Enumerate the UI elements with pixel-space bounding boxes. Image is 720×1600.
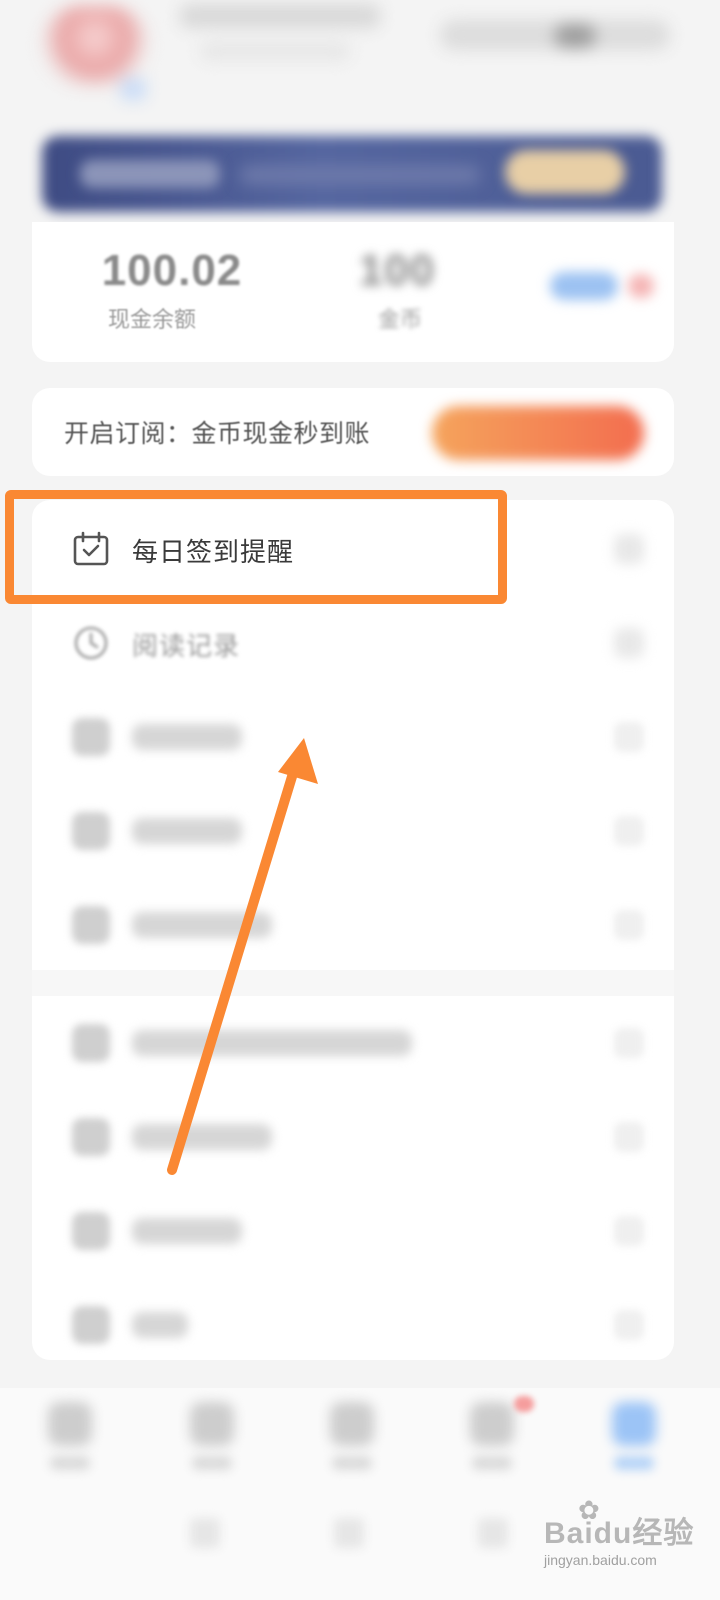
nav-tab-1[interactable]	[40, 1402, 100, 1472]
watermark-url: jingyan.baidu.com	[544, 1552, 657, 1568]
nav-tab-2[interactable]	[182, 1402, 242, 1472]
nav-tab-4[interactable]	[462, 1402, 522, 1472]
nav-tab-icon	[612, 1402, 656, 1446]
nav-tab-label	[50, 1456, 90, 1470]
nav-tab-me[interactable]	[604, 1402, 664, 1472]
system-nav-button[interactable]	[478, 1518, 508, 1548]
nav-tab-3[interactable]	[322, 1402, 382, 1472]
notification-badge	[514, 1396, 534, 1412]
nav-tab-label	[192, 1456, 232, 1470]
system-nav-button[interactable]	[190, 1518, 220, 1548]
nav-tab-icon	[190, 1402, 234, 1446]
nav-tab-label	[614, 1456, 654, 1470]
baidu-jingyan-watermark: ✿ Baidu经验 jingyan.baidu.com	[540, 1496, 710, 1600]
nav-tab-label	[472, 1456, 512, 1470]
nav-tab-icon	[330, 1402, 374, 1446]
nav-tab-label	[332, 1456, 372, 1470]
arrow-annotation	[167, 738, 318, 1175]
nav-tab-icon	[48, 1402, 92, 1446]
watermark-brand: Baidu经验	[544, 1517, 695, 1550]
system-nav-button[interactable]	[334, 1518, 364, 1548]
nav-tab-icon	[470, 1402, 514, 1446]
